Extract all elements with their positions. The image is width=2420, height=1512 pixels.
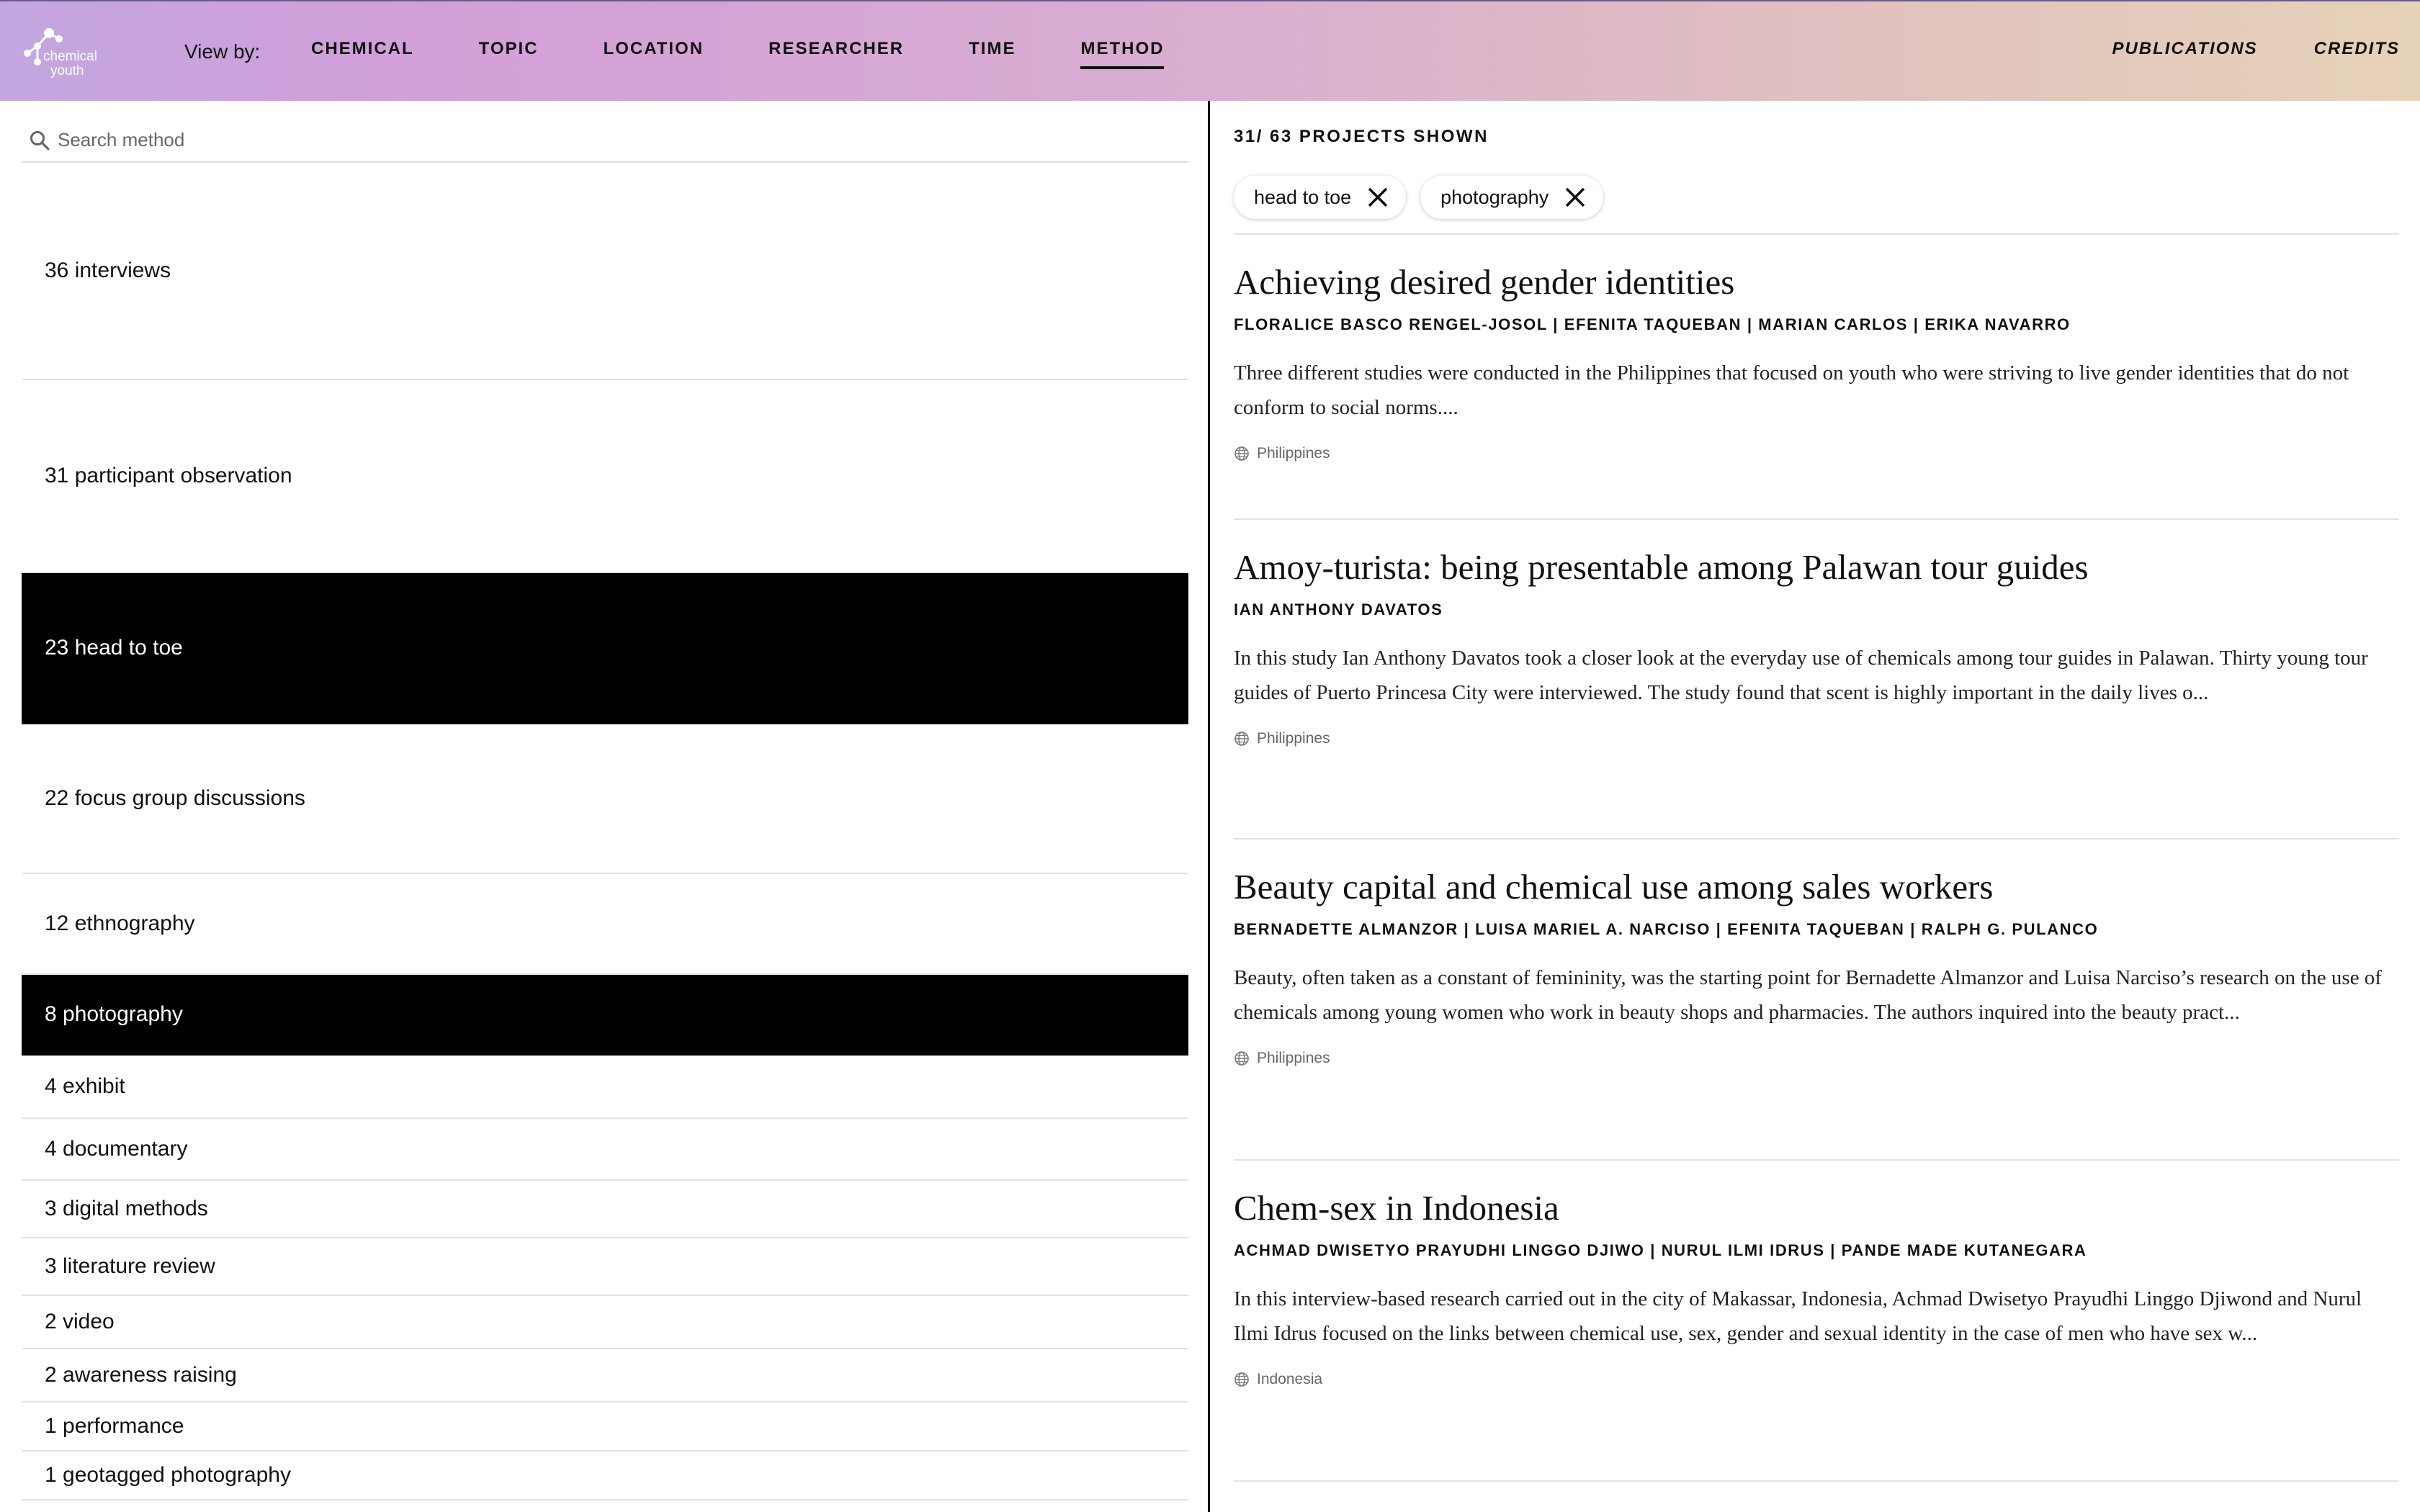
project-description: Three different studies were conducted i… [1234, 361, 2349, 419]
view-by-nav: CHEMICAL TOPIC LOCATION RESEARCHER TIME … [311, 39, 1229, 69]
method-label: 2 awareness raising [45, 1363, 237, 1387]
filter-chip-label: head to toe [1254, 186, 1352, 208]
active-filters: head to toe photography [1234, 176, 1618, 219]
project-authors: ACHMAD DWISETYO PRAYUDHI LINGGO DJIWO | … [1234, 1241, 2087, 1259]
method-item-geotagged-photography[interactable]: 1 geotagged photography [22, 1452, 1188, 1500]
filter-chip-label: photography [1440, 186, 1549, 208]
project-title[interactable]: Chem-sex in Indonesia [1234, 1187, 2399, 1230]
close-icon[interactable] [1563, 185, 1587, 210]
globe-icon [1234, 732, 1249, 746]
projects-count: 31/ 63 PROJECTS SHOWN [1234, 127, 1489, 146]
method-label: 4 exhibit [45, 1074, 125, 1098]
globe-icon [1234, 1372, 1249, 1387]
globe-icon [1234, 446, 1249, 461]
project-authors: BERNADETTE ALMANZOR | LUISA MARIEL A. NA… [1234, 920, 2099, 938]
project-location: Philippines [1234, 445, 2399, 462]
method-item-video[interactable]: 2 video [22, 1296, 1188, 1349]
location-label: Indonesia [1257, 1371, 1323, 1387]
method-item-head-to-toe[interactable]: 23 head to toe [22, 573, 1188, 724]
method-label: 2 video [45, 1310, 115, 1333]
method-item-focus-group-discussions[interactable]: 22 focus group discussions [22, 724, 1188, 874]
method-search [22, 120, 1188, 163]
results-panel: 31/ 63 PROJECTS SHOWN head to toe photog… [1212, 101, 2420, 1512]
method-list: 36 interviews 31 participant observation… [22, 163, 1188, 1500]
view-by-label: View by: [184, 40, 261, 63]
method-item-exhibit[interactable]: 4 exhibit [22, 1056, 1188, 1119]
project-card: Achieving desired gender identities FLOR… [1234, 261, 2399, 462]
method-label: 4 documentary [45, 1137, 188, 1161]
project-title[interactable]: Achieving desired gender identities [1234, 261, 2399, 304]
project-location: Indonesia [1234, 1371, 2399, 1388]
svg-text:chemical: chemical [43, 49, 97, 64]
project-location: Philippines [1234, 1050, 2399, 1067]
method-item-documentary[interactable]: 4 documentary [22, 1119, 1188, 1181]
publications-link[interactable]: PUBLICATIONS [2112, 39, 2257, 59]
method-item-literature-review[interactable]: 3 literature review [22, 1238, 1188, 1296]
project-description: In this study Ian Anthony Davatos took a… [1234, 647, 2368, 704]
divider [1234, 518, 2399, 520]
divider [1234, 233, 2399, 235]
project-authors: FLORALICE BASCO RENGEL-JOSOL | EFENITA T… [1234, 315, 2071, 333]
project-card: Amoy-turista: being presentable among Pa… [1234, 546, 2399, 747]
project-title[interactable]: Amoy-turista: being presentable among Pa… [1234, 546, 2399, 589]
nav-chemical[interactable]: CHEMICAL [311, 39, 414, 69]
project-description: In this interview-based research carried… [1234, 1287, 2362, 1345]
nav-researcher[interactable]: RESEARCHER [768, 39, 904, 69]
location-label: Philippines [1257, 445, 1330, 462]
project-authors: IAN ANTHONY DAVATOS [1234, 600, 1443, 618]
method-label: 3 digital methods [45, 1197, 208, 1220]
method-label: 36 interviews [45, 258, 171, 282]
divider [1234, 838, 2399, 840]
credits-link[interactable]: CREDITS [2314, 39, 2400, 59]
method-label: 3 literature review [45, 1254, 215, 1278]
project-card: Beauty capital and chemical use among sa… [1234, 865, 2399, 1067]
project-card: Chem-sex in Indonesia ACHMAD DWISETYO PR… [1234, 1187, 2399, 1388]
nav-method[interactable]: METHOD [1080, 39, 1165, 69]
method-item-digital-methods[interactable]: 3 digital methods [22, 1181, 1188, 1238]
project-location: Philippines [1234, 730, 2399, 747]
method-label: 31 participant observation [45, 464, 292, 487]
divider [1234, 1159, 2399, 1161]
project-title[interactable]: Beauty capital and chemical use among sa… [1234, 865, 2399, 909]
molecule-logo-icon: chemical youth [24, 28, 97, 78]
method-item-ethnography[interactable]: 12 ethnography [22, 874, 1188, 975]
method-item-awareness-raising[interactable]: 2 awareness raising [22, 1349, 1188, 1403]
svg-text:youth: youth [50, 63, 84, 78]
location-label: Philippines [1257, 730, 1330, 747]
globe-icon [1234, 1051, 1249, 1066]
method-label: 22 focus group discussions [45, 786, 305, 810]
search-input[interactable] [58, 127, 1138, 153]
divider [1234, 1480, 2399, 1482]
top-bar: chemical youth View by: CHEMICAL TOPIC L… [0, 0, 2420, 101]
method-label: 1 performance [45, 1414, 184, 1438]
header-links: PUBLICATIONS CREDITS [2056, 39, 2400, 59]
method-item-photography[interactable]: 8 photography [22, 975, 1188, 1056]
nav-location[interactable]: LOCATION [604, 39, 704, 69]
method-label: 23 head to toe [45, 636, 183, 660]
nav-time[interactable]: TIME [969, 39, 1016, 69]
project-description: Beauty, often taken as a constant of fem… [1234, 966, 2382, 1024]
close-icon[interactable] [1366, 185, 1390, 210]
method-label: 8 photography [45, 1002, 183, 1026]
chemical-youth-logo[interactable]: chemical youth [22, 24, 115, 79]
method-label: 12 ethnography [45, 912, 195, 935]
location-label: Philippines [1257, 1050, 1330, 1066]
search-icon [30, 131, 50, 150]
method-item-interviews[interactable]: 36 interviews [22, 163, 1188, 380]
filter-chip-photography[interactable]: photography [1420, 176, 1604, 219]
method-label: 1 geotagged photography [45, 1463, 291, 1487]
method-item-performance[interactable]: 1 performance [22, 1403, 1188, 1452]
nav-topic[interactable]: TOPIC [479, 39, 539, 69]
filter-chip-head-to-toe[interactable]: head to toe [1234, 176, 1407, 219]
method-panel: 36 interviews 31 participant observation… [0, 101, 1210, 1512]
method-item-participant-observation[interactable]: 31 participant observation [22, 380, 1188, 573]
